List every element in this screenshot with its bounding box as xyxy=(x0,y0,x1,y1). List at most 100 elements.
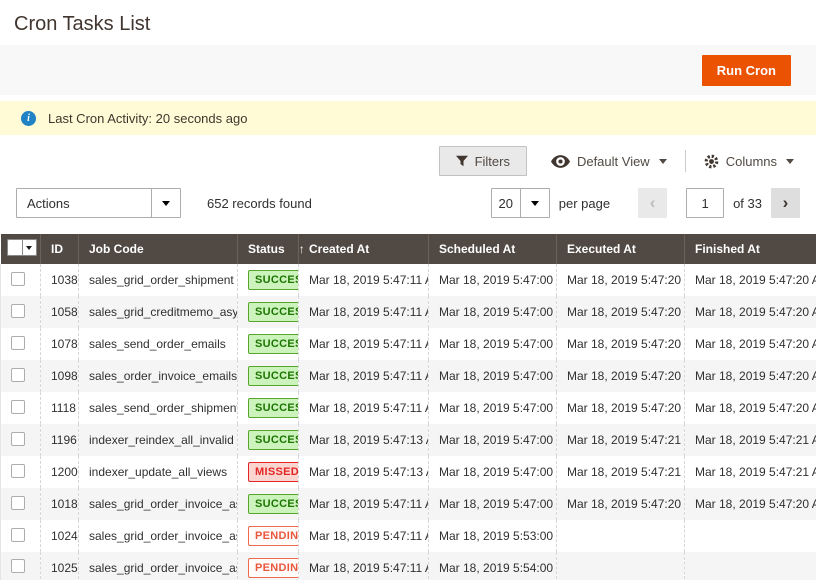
cell-executed-at: Mar 18, 2019 5:47:20 AM xyxy=(557,488,685,520)
cell-executed-at: Mar 18, 2019 5:47:21 AM xyxy=(557,424,685,456)
cell-id: 1200 xyxy=(41,456,79,488)
chevron-down-icon xyxy=(151,189,180,217)
cell-id: 1018 xyxy=(41,488,79,520)
cell-scheduled-at: Mar 18, 2019 5:47:00 AM xyxy=(429,456,557,488)
row-select-cell xyxy=(1,392,41,424)
header-status[interactable]: Status↑ xyxy=(238,234,299,264)
cell-scheduled-at: Mar 18, 2019 5:47:00 AM xyxy=(429,328,557,360)
cell-created-at: Mar 18, 2019 5:47:13 AM xyxy=(299,456,429,488)
table-row: 1078 sales_send_order_emails SUCCESS Mar… xyxy=(1,328,816,360)
status-badge: MISSED xyxy=(248,462,299,482)
cron-tasks-table: ID Job Code Status↑ Created At Scheduled… xyxy=(0,234,816,580)
header-scheduled-at[interactable]: Scheduled At xyxy=(429,234,557,264)
cell-executed-at xyxy=(557,520,685,552)
cell-created-at: Mar 18, 2019 5:47:11 AM xyxy=(299,488,429,520)
table-row: 1025 sales_grid_order_invoice_async PEND… xyxy=(1,552,816,580)
columns-control[interactable]: Columns xyxy=(704,154,794,169)
row-checkbox[interactable] xyxy=(11,528,25,542)
cell-created-at: Mar 18, 2019 5:47:11 AM xyxy=(299,552,429,580)
header-created-at[interactable]: Created At xyxy=(299,234,429,264)
per-page-select[interactable]: 20 xyxy=(491,188,550,218)
cell-scheduled-at: Mar 18, 2019 5:54:00 AM xyxy=(429,552,557,580)
next-page-button[interactable]: › xyxy=(771,188,800,218)
cell-executed-at: Mar 18, 2019 5:47:20 AM xyxy=(557,296,685,328)
per-page-label: per page xyxy=(559,196,610,211)
cell-job-code: sales_grid_order_invoice_async xyxy=(79,488,238,520)
status-badge: SUCCESS xyxy=(248,302,299,322)
previous-page-button: ‹ xyxy=(638,188,667,218)
pagination: 20 per page ‹ of 33 › xyxy=(491,188,800,218)
cell-id: 1058 xyxy=(41,296,79,328)
table-row: 1058 sales_grid_creditmemo_async SUCCESS… xyxy=(1,296,816,328)
cell-job-code: indexer_reindex_all_invalid xyxy=(79,424,238,456)
cell-status: SUCCESS xyxy=(238,392,299,424)
cell-created-at: Mar 18, 2019 5:47:13 AM xyxy=(299,424,429,456)
row-select-cell xyxy=(1,360,41,392)
sort-asc-icon: ↑ xyxy=(299,242,305,256)
header-job-code[interactable]: Job Code xyxy=(79,234,238,264)
grid-actions-row: Actions 652 records found 20 per page ‹ … xyxy=(0,188,816,218)
row-checkbox[interactable] xyxy=(11,559,25,573)
cell-job-code: sales_grid_order_shipment xyxy=(79,264,238,296)
header-finished-at[interactable]: Finished At xyxy=(685,234,816,264)
row-checkbox[interactable] xyxy=(11,496,25,510)
row-checkbox[interactable] xyxy=(11,400,25,414)
cell-scheduled-at: Mar 18, 2019 5:47:00 AM xyxy=(429,296,557,328)
grid-controls: Filters Default View Columns xyxy=(0,146,816,176)
cell-finished-at xyxy=(685,520,816,552)
row-checkbox[interactable] xyxy=(11,272,25,286)
select-all-caret-icon[interactable] xyxy=(23,239,37,256)
status-badge: PENDING xyxy=(248,558,299,578)
select-all-header[interactable] xyxy=(1,234,41,264)
cell-status: PENDING xyxy=(238,552,299,580)
cell-id: 1038 xyxy=(41,264,79,296)
table-row: 1118 sales_send_order_shipment SUCCESS M… xyxy=(1,392,816,424)
cell-finished-at xyxy=(685,552,816,580)
current-page-input[interactable] xyxy=(686,188,724,218)
row-checkbox[interactable] xyxy=(11,336,25,350)
row-checkbox[interactable] xyxy=(11,464,25,478)
view-switcher[interactable]: Default View xyxy=(551,154,667,169)
row-select-cell xyxy=(1,264,41,296)
actions-select[interactable]: Actions xyxy=(16,188,181,218)
cell-status: SUCCESS xyxy=(238,424,299,456)
header-id[interactable]: ID xyxy=(41,234,79,264)
header-executed-at[interactable]: Executed At xyxy=(557,234,685,264)
row-checkbox[interactable] xyxy=(11,304,25,318)
cell-id: 1024 xyxy=(41,520,79,552)
cell-finished-at: Mar 18, 2019 5:47:21 AM xyxy=(685,456,816,488)
row-select-cell xyxy=(1,296,41,328)
cell-finished-at: Mar 18, 2019 5:47:20 AM xyxy=(685,328,816,360)
cell-executed-at: Mar 18, 2019 5:47:20 AM xyxy=(557,392,685,424)
cell-job-code: sales_grid_order_invoice_async xyxy=(79,520,238,552)
chevron-down-icon xyxy=(659,159,667,164)
cell-job-code: indexer_update_all_views xyxy=(79,456,238,488)
table-row: 1024 sales_grid_order_invoice_async PEND… xyxy=(1,520,816,552)
filter-icon xyxy=(456,155,468,167)
cell-job-code: sales_order_invoice_emails xyxy=(79,360,238,392)
divider xyxy=(685,150,686,172)
select-all-checkbox[interactable] xyxy=(7,239,23,256)
columns-control-label: Columns xyxy=(726,154,777,169)
chevron-down-icon xyxy=(786,159,794,164)
status-badge: SUCCESS xyxy=(248,270,299,290)
cell-finished-at: Mar 18, 2019 5:47:20 AM xyxy=(685,264,816,296)
records-found-text: 652 records found xyxy=(207,196,312,211)
status-badge: PENDING xyxy=(248,526,299,546)
cell-finished-at: Mar 18, 2019 5:47:20 AM xyxy=(685,488,816,520)
table-row: 1098 sales_order_invoice_emails SUCCESS … xyxy=(1,360,816,392)
cell-finished-at: Mar 18, 2019 5:47:20 AM xyxy=(685,392,816,424)
status-badge: SUCCESS xyxy=(248,430,299,450)
run-cron-button[interactable]: Run Cron xyxy=(702,55,791,86)
cell-status: MISSED xyxy=(238,456,299,488)
cell-executed-at: Mar 18, 2019 5:47:21 AM xyxy=(557,456,685,488)
filters-button[interactable]: Filters xyxy=(439,146,527,176)
eye-icon xyxy=(551,155,570,168)
table-row: 1038 sales_grid_order_shipment SUCCESS M… xyxy=(1,264,816,296)
row-checkbox[interactable] xyxy=(11,432,25,446)
cell-job-code: sales_send_order_shipment xyxy=(79,392,238,424)
table-row: 1196 indexer_reindex_all_invalid SUCCESS… xyxy=(1,424,816,456)
cell-id: 1025 xyxy=(41,552,79,580)
cell-id: 1118 xyxy=(41,392,79,424)
row-checkbox[interactable] xyxy=(11,368,25,382)
